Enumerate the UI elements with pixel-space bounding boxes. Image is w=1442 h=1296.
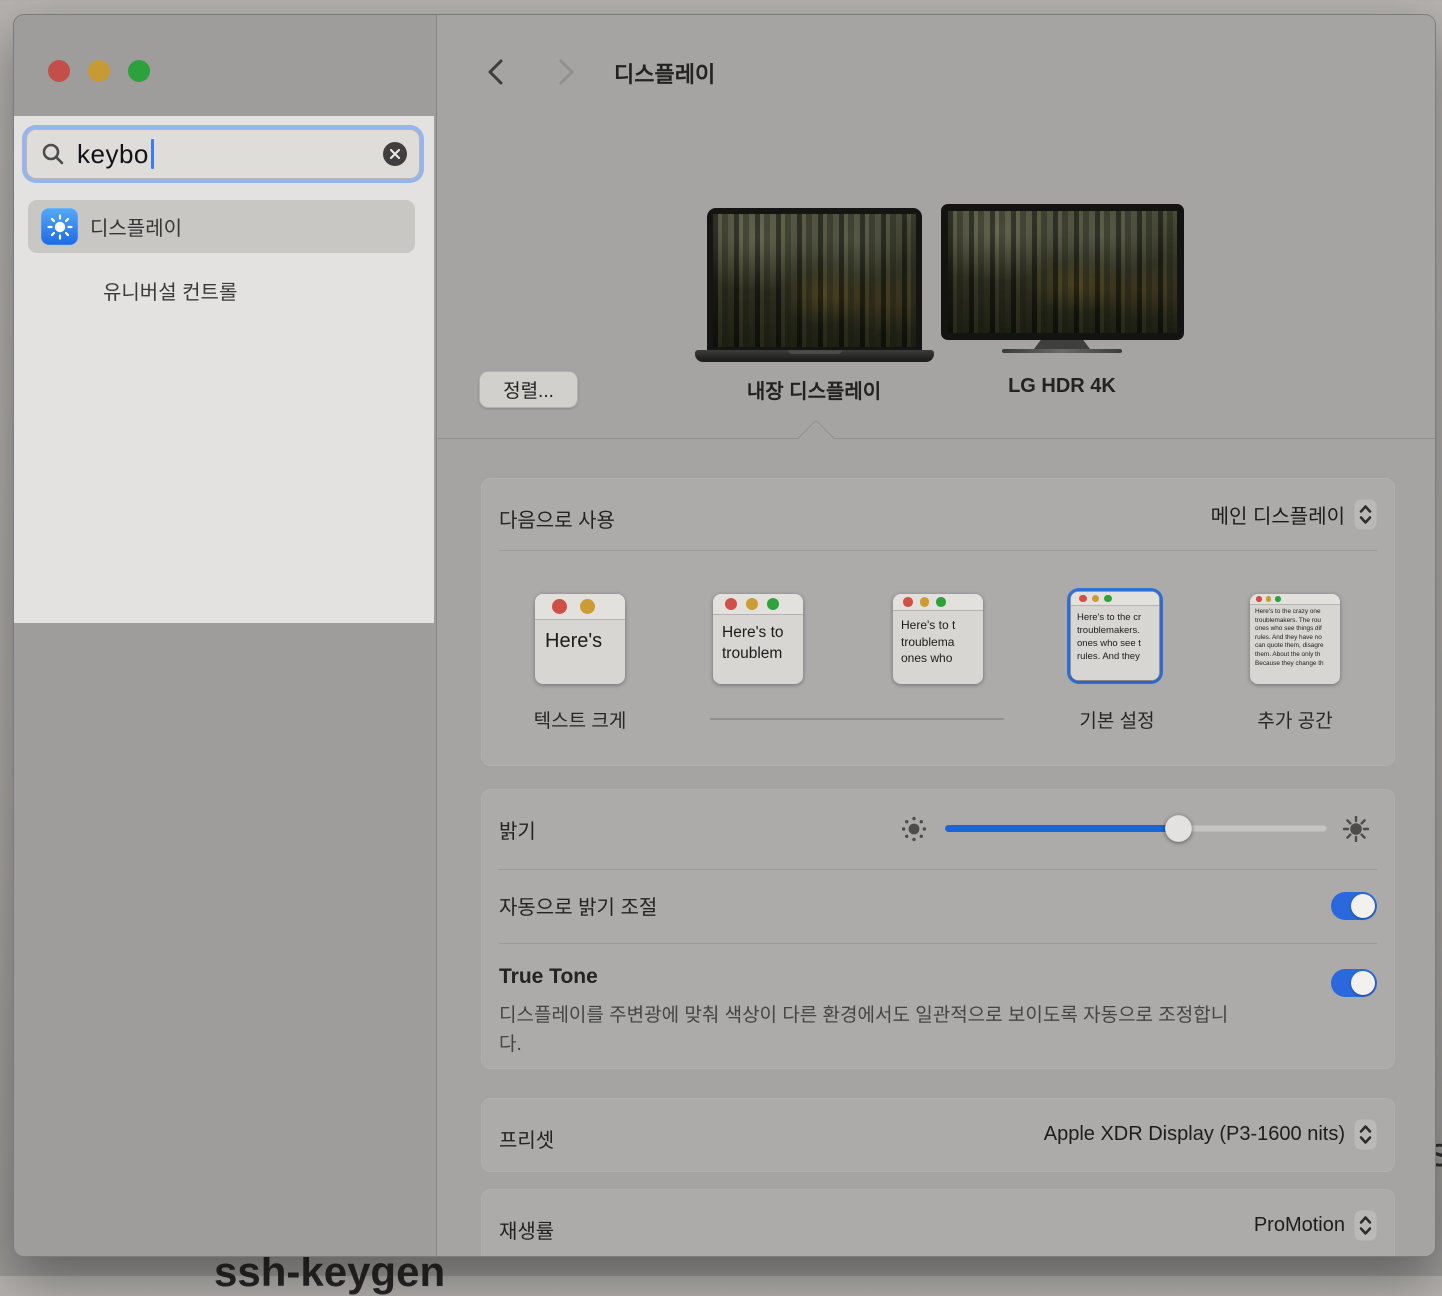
minimize-button[interactable] — [88, 60, 110, 82]
external-display-thumbnail[interactable] — [941, 204, 1184, 340]
refresh-rate-card: 재생률 ProMotion — [481, 1189, 1395, 1257]
search-input[interactable]: keybo — [26, 129, 420, 179]
system-settings-window: keybo — [13, 14, 1436, 1257]
use-as-value: 메인 디스플레이 — [1211, 500, 1345, 529]
scaling-label-default: 기본 설정 — [1042, 706, 1192, 733]
section-divider — [438, 438, 1436, 439]
monitor-stand — [1034, 340, 1090, 349]
search-icon — [41, 142, 65, 166]
page-title: 디스플레이 — [614, 57, 715, 89]
monitor-base — [1002, 349, 1122, 353]
selected-display-pointer — [798, 420, 835, 457]
true-tone-label: True Tone — [499, 965, 598, 989]
chevron-up-down-icon — [1354, 1119, 1377, 1150]
use-as-label: 다음으로 사용 — [499, 504, 615, 533]
builtin-display-thumbnail[interactable] — [707, 208, 922, 351]
true-tone-toggle[interactable] — [1331, 969, 1377, 997]
scaling-connector-line — [710, 718, 1004, 720]
scaling-option-larger-text[interactable]: Here's — [535, 594, 625, 684]
forward-button[interactable] — [552, 58, 580, 86]
preset-dropdown[interactable]: Apple XDR Display (P3-1600 nits) — [1044, 1119, 1377, 1150]
scaling-label-more-space: 추가 공간 — [1220, 706, 1370, 733]
search-value: keybo — [77, 139, 149, 170]
refresh-rate-value: ProMotion — [1254, 1214, 1345, 1237]
chevron-up-down-icon — [1354, 499, 1377, 530]
builtin-display-label: 내장 디스플레이 — [694, 375, 934, 404]
preset-value: Apple XDR Display (P3-1600 nits) — [1044, 1123, 1345, 1146]
window-controls — [48, 60, 150, 82]
scaling-label-larger-text: 텍스트 크게 — [505, 706, 655, 733]
scaling-option-more-space[interactable]: Here's to the crazy onetroublemakers. Th… — [1250, 594, 1340, 684]
search-results-panel: keybo — [14, 116, 434, 623]
scaling-option-default[interactable]: Here's to the crtroublemakers.ones who s… — [1067, 588, 1163, 684]
auto-brightness-toggle[interactable] — [1331, 892, 1377, 920]
brightness-label: 밝기 — [499, 815, 536, 844]
text-cursor — [151, 139, 154, 169]
external-display-label: LG HDR 4K — [942, 375, 1182, 398]
use-as-dropdown[interactable]: 메인 디스플레이 — [1211, 499, 1377, 530]
brightness-bright-icon — [1343, 816, 1369, 842]
clear-search-button[interactable] — [383, 142, 407, 166]
content-pane: 디스플레이 정렬... 내장 디스플레이 LG HDR 4K 다음으로 사용 메… — [438, 15, 1436, 1256]
sidebar: keybo — [14, 15, 437, 1256]
display-settings-card: 다음으로 사용 메인 디스플레이 Here's — [481, 478, 1395, 766]
preset-label: 프리셋 — [499, 1124, 554, 1153]
close-button[interactable] — [48, 60, 70, 82]
brightness-dim-icon — [901, 816, 927, 842]
row-divider — [499, 550, 1377, 551]
wallpaper-image — [948, 211, 1177, 333]
search-result-universal-control[interactable]: 유니버설 컨트롤 — [103, 276, 237, 305]
wallpaper-image — [713, 214, 916, 347]
zoom-button[interactable] — [128, 60, 150, 82]
laptop-base — [695, 350, 934, 362]
true-tone-description: 디스플레이를 주변광에 맞춰 색상이 다른 환경에서도 일관적으로 보이도록 자… — [499, 1001, 1235, 1059]
preset-card: 프리셋 Apple XDR Display (P3-1600 nits) — [481, 1098, 1395, 1172]
row-divider — [499, 943, 1377, 944]
search-result-label: 디스플레이 — [90, 212, 182, 241]
row-divider — [499, 869, 1377, 870]
refresh-rate-dropdown[interactable]: ProMotion — [1254, 1210, 1377, 1241]
brightness-slider-knob[interactable] — [1165, 815, 1192, 842]
brightness-slider[interactable] — [945, 825, 1327, 832]
brightness-slider-fill — [945, 825, 1178, 832]
chevron-up-down-icon — [1354, 1210, 1377, 1241]
brightness-card: 밝기 — [481, 789, 1395, 1069]
arrange-button[interactable]: 정렬... — [479, 371, 578, 408]
auto-brightness-label: 자동으로 밝기 조절 — [499, 891, 657, 920]
refresh-rate-label: 재생률 — [499, 1215, 554, 1244]
search-result-displays[interactable]: 디스플레이 — [28, 200, 415, 253]
scaling-option-2[interactable]: Here's totroublem — [713, 594, 803, 684]
scaling-option-3[interactable]: Here's to ttroublemaones who — [893, 594, 983, 684]
display-settings-icon — [41, 208, 78, 245]
back-button[interactable] — [482, 58, 510, 86]
